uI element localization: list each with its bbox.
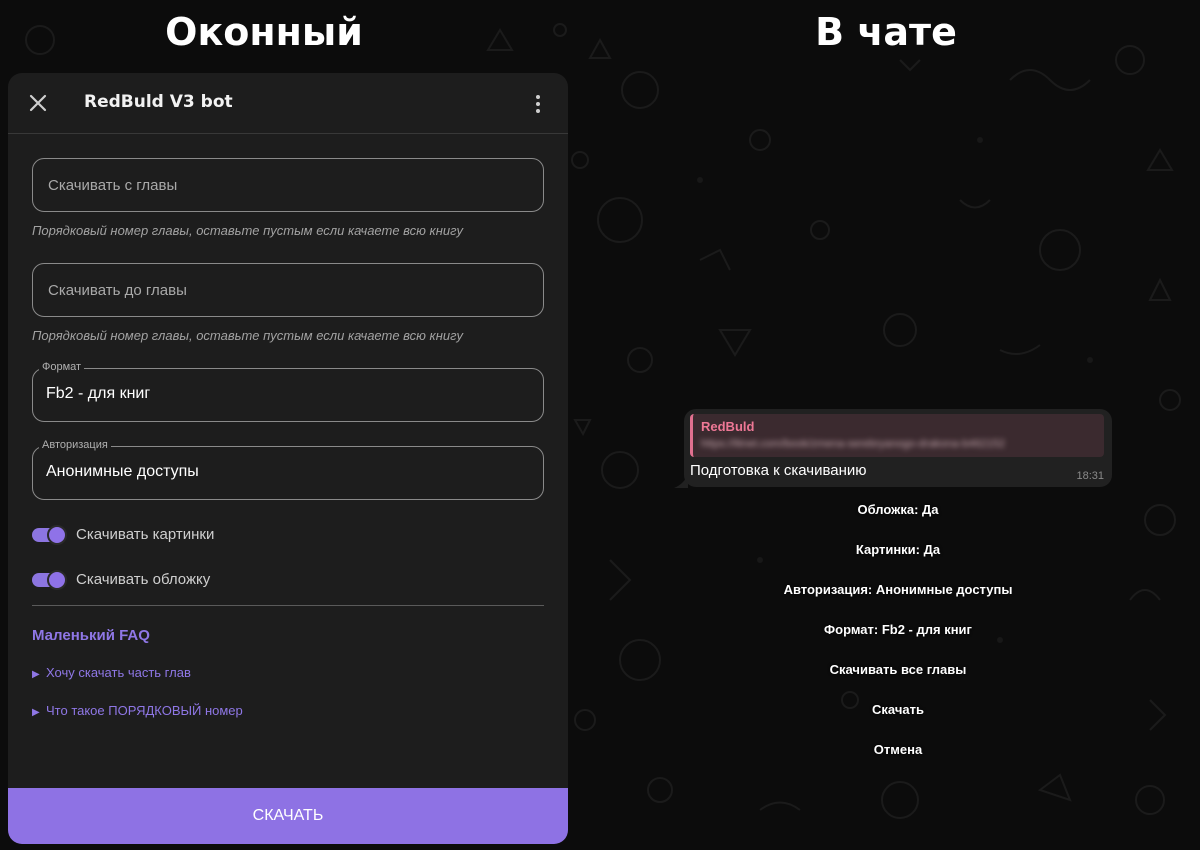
download-button[interactable]: СКАЧАТЬ <box>8 788 568 844</box>
inline-button-cancel[interactable]: Отмена <box>684 734 1112 764</box>
inline-button-cover[interactable]: Обложка: Да <box>684 494 1112 524</box>
more-vertical-icon[interactable] <box>532 93 544 115</box>
divider <box>32 605 544 606</box>
inline-button-format[interactable]: Формат: Fb2 - для книг <box>684 614 1112 644</box>
message-text: Подготовка к скачиванию <box>690 462 867 479</box>
window-header: RedBuld V3 bot <box>8 73 568 134</box>
triangle-right-icon: ▶ <box>32 707 40 718</box>
to-chapter-hint: Порядковый номер главы, оставьте пустым … <box>32 328 463 343</box>
auth-select-value: Анонимные доступы <box>46 463 199 480</box>
reply-url-blurred: https://litnet.com/book/zmena-serebryano… <box>701 438 1005 450</box>
close-icon[interactable] <box>28 93 48 113</box>
download-cover-toggle[interactable] <box>32 570 67 590</box>
reply-author: RedBuld <box>701 419 755 434</box>
bot-window-panel: RedBuld V3 bot Скачивать с главы Порядко… <box>8 73 568 844</box>
from-chapter-field[interactable]: Скачивать с главы <box>32 158 544 212</box>
faq-item-label: Что такое ПОРЯДКОВЫЙ номер <box>46 703 243 718</box>
triangle-right-icon: ▶ <box>32 669 40 680</box>
chat-mode-heading: В чате <box>815 10 957 54</box>
faq-title: Маленький FAQ <box>32 627 150 644</box>
reply-quote[interactable]: RedBuld https://litnet.com/book/zmena-se… <box>690 414 1104 457</box>
from-chapter-placeholder: Скачивать с главы <box>48 177 178 194</box>
inline-button-download[interactable]: Скачать <box>684 694 1112 724</box>
from-chapter-hint: Порядковый номер главы, оставьте пустым … <box>32 223 463 238</box>
window-mode-heading: Оконный <box>165 10 363 54</box>
faq-item-partial-download[interactable]: ▶ Хочу скачать часть глав <box>32 665 191 680</box>
to-chapter-field[interactable]: Скачивать до главы <box>32 263 544 317</box>
format-select[interactable]: Формат Fb2 - для книг <box>32 361 544 422</box>
auth-select[interactable]: Авторизация Анонимные доступы <box>32 439 544 500</box>
inline-button-images[interactable]: Картинки: Да <box>684 534 1112 564</box>
message-time: 18:31 <box>1076 470 1104 482</box>
to-chapter-placeholder: Скачивать до главы <box>48 282 187 299</box>
format-select-label: Формат <box>39 361 85 373</box>
inline-button-chapters[interactable]: Скачивать все главы <box>684 654 1112 684</box>
toggle-knob <box>47 570 67 590</box>
format-select-value: Fb2 - для книг <box>46 385 151 402</box>
download-cover-label: Скачивать обложку <box>76 571 211 588</box>
faq-item-label: Хочу скачать часть глав <box>46 665 191 680</box>
faq-item-ordinal-number[interactable]: ▶ Что такое ПОРЯДКОВЫЙ номер <box>32 703 243 718</box>
chat-message-bubble: RedBuld https://litnet.com/book/zmena-se… <box>684 409 1112 487</box>
download-images-label: Скачивать картинки <box>76 526 215 543</box>
inline-button-auth[interactable]: Авторизация: Анонимные доступы <box>684 574 1112 604</box>
download-images-toggle[interactable] <box>32 525 67 545</box>
auth-select-label: Авторизация <box>39 439 111 451</box>
window-title: RedBuld V3 bot <box>84 92 233 112</box>
toggle-knob <box>47 525 67 545</box>
